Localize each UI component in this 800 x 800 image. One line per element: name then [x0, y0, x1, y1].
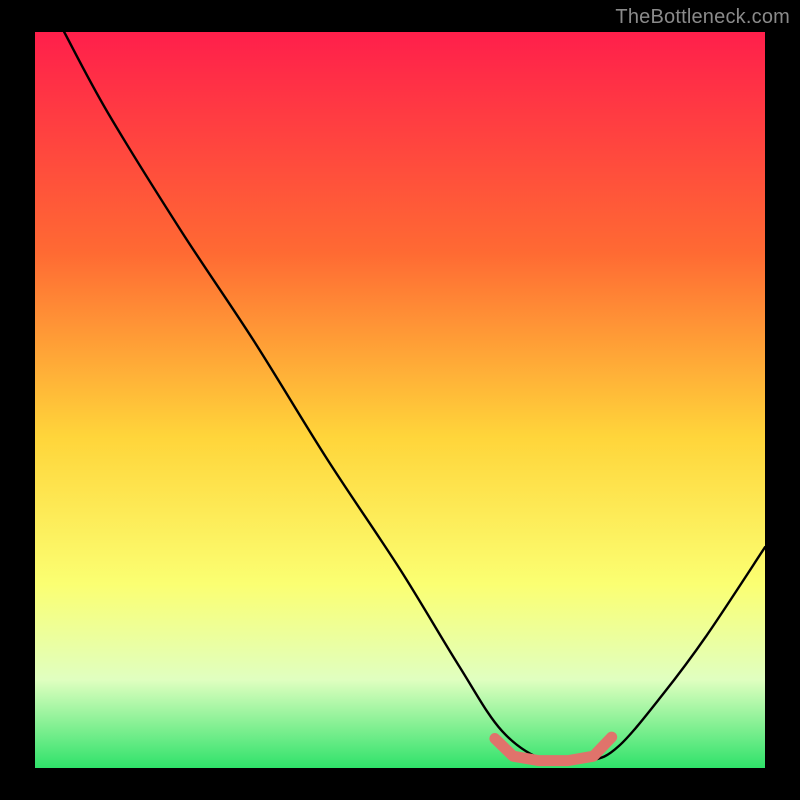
attribution-text: TheBottleneck.com [615, 6, 790, 29]
plot-area [35, 32, 765, 768]
gradient-background [35, 32, 765, 768]
chart-frame: TheBottleneck.com [0, 0, 800, 800]
chart-svg [35, 32, 765, 768]
